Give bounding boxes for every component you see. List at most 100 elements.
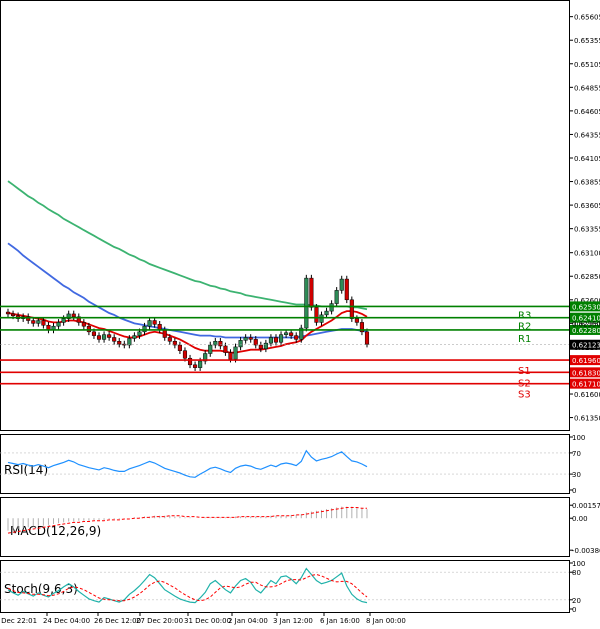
level-price-text: 0.61830 (572, 369, 600, 377)
hidden-price-text: 0.62350 (572, 320, 600, 328)
candle-bearish (86, 325, 91, 333)
candle-bearish (112, 337, 117, 342)
candle-bearish (117, 341, 122, 345)
candle-bearish (157, 324, 162, 331)
candle-bearish (187, 357, 193, 366)
macd-tick-label: -0.00386 (572, 547, 600, 555)
macd-panel: MACD(12,26,9) 0.001570.00-0.00386 (7, 502, 600, 555)
rsi-tick-label: 0 (572, 487, 576, 495)
time-tick-label: 31 Dec 00:00 (184, 617, 231, 625)
stoch-tick-label: 20 (572, 597, 581, 605)
candle-bearish (107, 334, 112, 338)
panel-frame-main (0, 0, 570, 431)
candle-bearish (193, 364, 198, 368)
main-price-panel: R30.62530R20.62410R10.62280S10.61960S20.… (0, 180, 600, 401)
macd-tick-label: 0.00 (572, 515, 588, 523)
panel-frame-rsi (0, 434, 570, 494)
candle-bullish (334, 290, 339, 304)
level-label-r2: R2 (518, 322, 531, 333)
candle-bearish (162, 329, 167, 338)
candle-bullish (238, 340, 243, 348)
price-tick-label: 0.65605 (574, 14, 600, 22)
candle-bearish (152, 320, 157, 325)
candle-bullish (319, 314, 324, 323)
candle-bearish (294, 335, 299, 340)
candle-bearish (81, 322, 86, 327)
candle-bearish (228, 352, 233, 360)
candle-bullish (102, 334, 107, 340)
candle-bearish (314, 307, 319, 323)
candle-bearish (31, 320, 36, 324)
candle-bullish (137, 331, 142, 336)
candle-bullish (339, 278, 344, 291)
candle-bearish (91, 331, 97, 336)
candle-bearish (309, 277, 314, 308)
candle-bearish (71, 313, 76, 318)
candle-bullish (208, 344, 213, 354)
candle-bullish (127, 338, 132, 346)
candle-bearish (11, 313, 16, 317)
candle-bullish (268, 337, 273, 344)
price-tick-label: 0.61350 (574, 415, 600, 423)
candle-bullish (263, 342, 268, 350)
candle-bullish (198, 360, 203, 368)
stoch-tick-label: 80 (572, 569, 581, 577)
level-price-text: 0.62530 (572, 303, 600, 311)
candle-bullish (36, 320, 41, 324)
current-price-text: 0.62123 (572, 342, 600, 350)
candle-bearish (354, 318, 359, 323)
candle-bearish (253, 339, 258, 346)
macd-tick-label: 0.00157 (572, 502, 600, 510)
price-tick-label: 0.61600 (574, 391, 600, 399)
rsi-tick-label: 30 (572, 471, 581, 479)
stoch-panel: Stoch(9,6,3) 10080200 (0, 560, 585, 614)
time-tick-label: 23 Dec 22:01 (0, 617, 37, 625)
candle-bullish (278, 334, 284, 343)
candle-bullish (329, 303, 334, 312)
candle-bearish (289, 332, 294, 336)
candle-bullish (56, 322, 61, 327)
rsi-panel: RSI(14) 10070300 (0, 434, 585, 495)
candle-bullish (324, 310, 329, 316)
candle-bearish (349, 299, 354, 319)
rsi-tick-label: 100 (572, 434, 585, 442)
time-tick-label: 2 Jan 04:00 (228, 617, 268, 625)
time-tick-label: 8 Jan 00:00 (366, 617, 406, 625)
stoch-tick-label: 100 (572, 560, 585, 568)
chart-canvas: 0.65605 0.65355 0.65105 0.64855 0.64605 0.643… (0, 0, 600, 625)
stoch-tick-label: 0 (572, 606, 576, 614)
level-price-text: 0.61960 (572, 357, 600, 365)
price-tick-label: 0.63355 (574, 226, 600, 234)
rsi-line (7, 449, 368, 478)
time-axis: 23 Dec 22:01 24 Dec 04:00 26 Dec 12:0027 D… (0, 612, 406, 625)
candle-bearish (41, 320, 46, 326)
candle-bullish (243, 337, 248, 341)
candle-bearish (5, 311, 11, 315)
level-price-text: 0.61710 (572, 381, 600, 389)
candle-bearish (167, 337, 172, 342)
price-tick-label: 0.63855 (574, 179, 600, 187)
time-tick-label: 26 Dec 12:00 (94, 617, 141, 625)
candle-bearish (96, 335, 102, 340)
candle-bearish (364, 331, 370, 345)
level-label-r1: R1 (518, 334, 531, 345)
price-tick-label: 0.64855 (574, 84, 600, 92)
candle-bullish (132, 335, 137, 339)
pivot-levels: R30.62530R20.62410R10.62280S10.61960S20.… (0, 301, 600, 401)
time-tick-label: 24 Dec 04:00 (43, 617, 90, 625)
candle-bullish (284, 332, 289, 335)
candle-bullish (147, 320, 152, 327)
price-tick-label: 0.63100 (574, 250, 600, 258)
price-tick-label: 0.63605 (574, 202, 600, 210)
price-tick-label: 0.62850 (574, 273, 600, 281)
candle-bearish (258, 344, 263, 350)
panel-frame-stoch (0, 560, 570, 613)
time-tick-label: 27 Dec 20:00 (136, 617, 183, 625)
price-tick-label: 0.64605 (574, 108, 600, 116)
candle-bearish (248, 337, 253, 340)
candle-bearish (177, 344, 182, 351)
price-tick-label: 0.64355 (574, 131, 600, 139)
candles (5, 274, 370, 371)
candle-bullish (233, 346, 238, 360)
candle-bearish (344, 278, 349, 301)
